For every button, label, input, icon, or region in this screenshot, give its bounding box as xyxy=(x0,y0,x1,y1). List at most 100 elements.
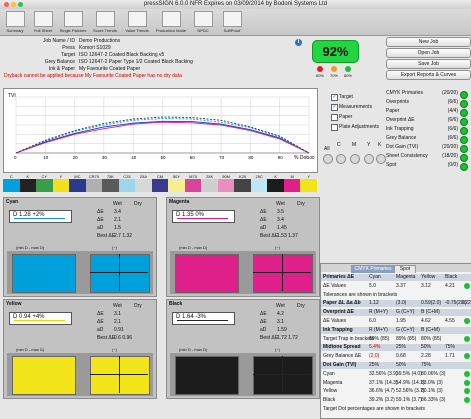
strip-swatch[interactable] xyxy=(250,179,269,192)
window-title: pressSIGN 6.0.0 NFR Expires on 03/09/201… xyxy=(143,1,328,7)
paper-checkbox[interactable] xyxy=(331,114,338,121)
all-channel-radio[interactable] xyxy=(323,154,333,164)
new-job-button[interactable]: New Job xyxy=(386,37,471,47)
table-row: Paper ΔL Δa Δb 1.12 (3.0) 0.59(2.0) -0.75(2.… xyxy=(321,300,471,308)
yellow-channel-radio[interactable] xyxy=(364,154,374,164)
solid-patch[interactable] xyxy=(12,356,76,395)
toolbar-score-trends-button[interactable]: Score Trends xyxy=(90,10,120,34)
strip-swatch[interactable] xyxy=(168,179,186,192)
status-row[interactable]: Spot (0/0) xyxy=(386,162,468,171)
panel-metric-value: 4.2 xyxy=(277,311,284,317)
status-row[interactable]: Overprint ΔE (6/6) xyxy=(386,117,468,126)
status-row[interactable]: Dot Gain (TVI) (20/20) xyxy=(386,144,468,153)
panel-metric-value: 3.1 xyxy=(277,319,284,325)
strip-swatch[interactable] xyxy=(283,179,302,192)
table-cell: 83.0% (3) xyxy=(421,379,443,386)
score-display: 92% xyxy=(312,40,359,63)
tab-cmyk-primaries[interactable]: CMYK Primaries xyxy=(351,265,395,273)
cyan-channel-radio[interactable] xyxy=(336,154,346,164)
status-row[interactable]: Grey Balance (6/6) xyxy=(386,135,468,144)
table-cell: 5.4% xyxy=(369,344,381,351)
strip-swatch[interactable] xyxy=(69,179,87,192)
target-patch[interactable] xyxy=(253,356,313,395)
toolbar-summary-button[interactable]: Summary xyxy=(2,10,28,34)
panel-metric-label: aD xyxy=(97,327,104,333)
table-cell: Cyan xyxy=(323,370,335,377)
solid-patch[interactable] xyxy=(175,356,239,395)
table-cell: B (C+M) xyxy=(421,309,440,316)
panel-dash-label: (−) xyxy=(112,245,117,250)
black-channel-radio[interactable] xyxy=(376,154,386,164)
strip-swatch[interactable] xyxy=(300,179,318,192)
panel-metric-label: ΔE xyxy=(97,311,104,317)
strip-swatch[interactable] xyxy=(135,179,153,192)
strip-swatch[interactable] xyxy=(36,179,54,192)
target-patch[interactable] xyxy=(90,254,150,293)
table-cell: 80% (85) xyxy=(421,335,442,342)
strip-swatch[interactable] xyxy=(19,179,38,192)
panel-metric-label: aD xyxy=(260,327,267,333)
ink-paper-label: Ink & Paper xyxy=(48,66,75,72)
magenta-channel-radio[interactable] xyxy=(350,154,360,164)
table-cell: 75% xyxy=(421,362,432,368)
zoom-window-button[interactable] xyxy=(18,2,23,7)
toolbar-softproof-button[interactable]: SoftProof xyxy=(218,10,246,34)
table-row: Tolerances are shown in brackets xyxy=(321,292,471,299)
panel-metric-value: 1.72 1.72 xyxy=(277,335,298,341)
target-crosshair xyxy=(253,374,311,375)
status-row[interactable]: CMYK Primaries (20/20) xyxy=(386,90,468,99)
close-window-button[interactable] xyxy=(4,2,9,7)
toolbar-full-sheet-button[interactable]: Full Sheet xyxy=(30,10,56,34)
strip-swatch[interactable] xyxy=(184,179,203,192)
strip-swatch[interactable] xyxy=(3,179,21,192)
x-tick-label: 40 xyxy=(131,155,137,160)
table-cell: Magenta xyxy=(396,274,416,280)
status-ok-icon xyxy=(460,136,468,144)
row-status-icon xyxy=(464,370,470,377)
strip-swatch[interactable] xyxy=(267,179,285,192)
toolbar-value-trends-button[interactable]: Value Trends xyxy=(122,10,152,34)
open-job-button[interactable]: Open Job xyxy=(386,48,471,58)
results-tabs: CMYK Primaries Spot xyxy=(321,264,471,273)
toolbar-npdc-button[interactable]: NPDC xyxy=(190,10,216,34)
tab-spot[interactable]: Spot xyxy=(394,265,416,273)
ink-panel-black: Black D 1.64 -3% Wet Dry ΔE 4.2 ΔE 3.1 aD 1.59 Bes… xyxy=(166,299,320,399)
target-crosshair xyxy=(90,374,148,375)
strip-swatch[interactable] xyxy=(52,179,71,192)
table-cell: 3.12 xyxy=(421,282,431,289)
status-row[interactable]: Ink Trapping (6/6) xyxy=(386,126,468,135)
table-cell: 86.33% (3) xyxy=(421,397,446,404)
plate-adjustments-checkbox[interactable] xyxy=(331,124,338,131)
target-patch[interactable] xyxy=(90,356,150,395)
solid-patch[interactable] xyxy=(175,254,239,293)
info-icon[interactable]: i xyxy=(295,39,302,46)
save-job-button[interactable]: Save Job xyxy=(386,59,471,69)
status-row[interactable]: Overprints (6/6) xyxy=(386,99,468,108)
row-status-icon xyxy=(464,318,470,324)
strip-swatch[interactable] xyxy=(217,179,236,192)
strip-swatch[interactable] xyxy=(85,179,104,192)
strip-swatch[interactable] xyxy=(234,179,252,192)
x-tick-label: 20 xyxy=(73,155,79,160)
status-ok-icon xyxy=(460,100,468,108)
target-patch[interactable] xyxy=(253,254,313,293)
measurements-checkbox[interactable]: ✓ xyxy=(331,104,338,111)
strip-swatch[interactable] xyxy=(201,179,219,192)
status-row[interactable]: Paper (4/4) xyxy=(386,108,468,117)
minimize-window-button[interactable] xyxy=(11,2,16,7)
solid-patch[interactable] xyxy=(12,254,76,293)
table-cell: B (C+M) xyxy=(421,326,440,333)
row-status-icon xyxy=(464,397,470,404)
export-reports-button[interactable]: Export Reports & Curves xyxy=(386,70,471,80)
table-cell: 50% xyxy=(396,362,407,368)
status-row[interactable]: Sheet Consistency (18/20) xyxy=(386,153,468,162)
status-count: (6/6) xyxy=(447,135,458,141)
target-checkbox[interactable]: ✓ xyxy=(331,94,338,101)
strip-swatch[interactable] xyxy=(151,179,170,192)
job-name-label: Job Name / ID xyxy=(43,38,75,44)
table-cell: 39.5% (4.0) xyxy=(396,370,422,377)
strip-swatch[interactable] xyxy=(102,179,120,192)
toolbar-single-patches-button[interactable]: Single Patches xyxy=(58,10,88,34)
strip-swatch[interactable] xyxy=(118,179,137,192)
toolbar-production-mode-button[interactable]: Production Mode xyxy=(154,10,188,34)
